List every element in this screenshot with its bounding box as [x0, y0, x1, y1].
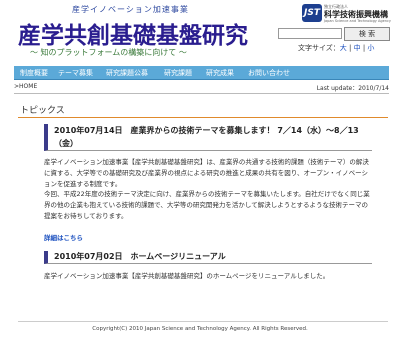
topics-divider — [18, 117, 388, 118]
nav-item-results[interactable]: 研究成果 — [206, 68, 234, 78]
news-paragraph: 産学イノベーション加速事業【産学共創基礎基盤研究】は、産業界の共通する技術的課題… — [44, 158, 369, 188]
nav-item-contact[interactable]: お問い合わせ — [248, 68, 290, 78]
nav-item-project-call[interactable]: 研究課題公募 — [106, 68, 148, 78]
news-heading: 2010年07月02日 ホームページリニューアル — [44, 251, 372, 264]
news-heading: 2010年07月14日 産業界からの技術テーマを募集します！ 7／14（水）〜8… — [44, 124, 372, 151]
nav-item-theme-call[interactable]: テーマ募集 — [58, 68, 93, 78]
footer-divider — [18, 321, 388, 322]
copyright: Copyright(C) 2010 Japan Science and Tech… — [92, 326, 308, 332]
tagline: 産学イノベーション加速事業 — [72, 5, 189, 14]
subtitle: 〜 知のプラットフォームの構築に向けて 〜 — [30, 48, 187, 57]
nav-item-projects[interactable]: 研究課題 — [164, 68, 192, 78]
nav-item-overview[interactable]: 制度概要 — [20, 68, 48, 78]
jst-logo[interactable]: JST 独立行政法人 科学技術振興機構 Japan Science and Te… — [302, 4, 391, 24]
jst-logo-mark: JST — [302, 4, 322, 22]
search-input[interactable] — [278, 28, 342, 39]
search-button[interactable]: 検 索 — [344, 27, 390, 41]
jst-logo-english: Japan Science and Technology Agency — [324, 19, 391, 23]
news-paragraph: 今回、平成22年度の技術テーマ決定に向け、産業界からの技術テーマを募集いたします… — [44, 190, 370, 220]
font-size-medium-link[interactable]: 中 — [354, 44, 361, 52]
main-nav: 制度概要 テーマ募集 研究課題公募 研究課題 研究成果 お問い合わせ — [14, 66, 389, 80]
font-size-small-link[interactable]: 小 — [367, 44, 374, 52]
breadcrumb-home[interactable]: >HOME — [14, 83, 37, 90]
details-link[interactable]: 詳細はこちら — [44, 232, 83, 242]
font-size-control: 文字サイズ：大 | 中 | 小 — [298, 44, 375, 52]
page: 産学イノベーション加速事業 産学共創基礎基盤研究 〜 知のプラットフォームの構築… — [8, 0, 392, 347]
site-title[interactable]: 産学共創基礎基盤研究 — [18, 16, 248, 50]
breadcrumb-bar: >HOME Last update：2010/7/14 — [14, 82, 389, 94]
topics-heading: トピックス — [20, 106, 65, 116]
font-size-label: 文字サイズ： — [298, 44, 340, 52]
news-paragraph: 産学イノベーション加速事業【産学共創基礎基盤研究】のホームページをリニューアルし… — [44, 272, 330, 280]
last-update: Last update：2010/7/14 — [316, 85, 389, 92]
font-size-large-link[interactable]: 大 — [340, 44, 347, 52]
